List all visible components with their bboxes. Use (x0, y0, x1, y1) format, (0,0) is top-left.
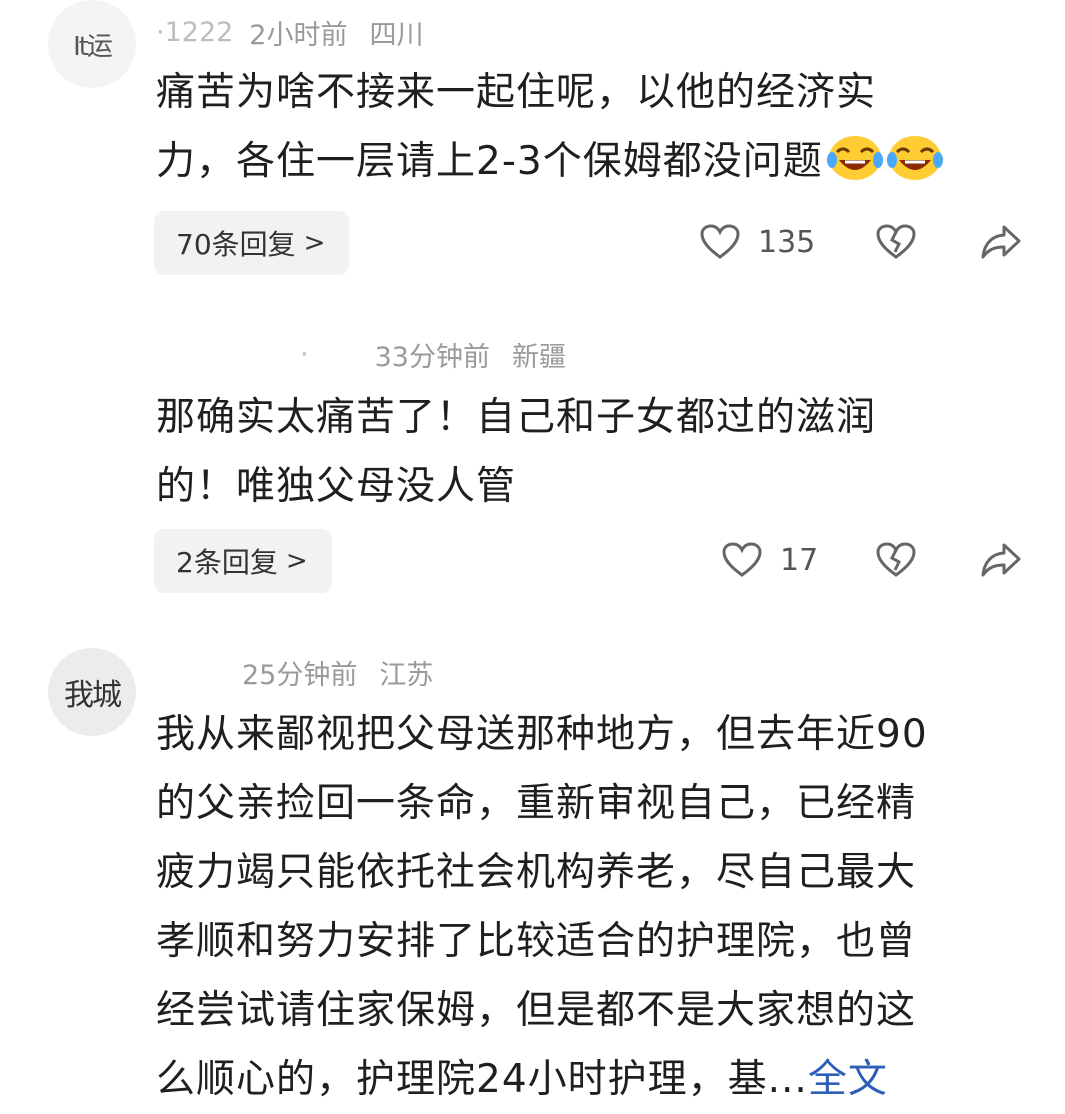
location: 新疆 (511, 341, 566, 373)
share-button[interactable] (980, 214, 1022, 270)
laughing-crying-emoji-icon (886, 136, 943, 180)
avatar-text: 我城 (64, 678, 122, 713)
comment-text: 痛苦为啥不接来一起住呢，以他的经济实 力，各住一层请上2-3个保姆都没问题 (156, 58, 1016, 196)
chevron-right-icon: > (285, 546, 308, 576)
replies-count-label: 70条回复 (176, 228, 296, 261)
expand-full-text-link[interactable]: 全文 (808, 1057, 888, 1102)
comment-line: 那确实太痛苦了！自己和子女都过的滋润 (156, 395, 877, 440)
share-button[interactable] (980, 532, 1022, 588)
comment-line: 的！唯独父母没人管 (156, 464, 517, 509)
username[interactable]: ·1222 (156, 17, 233, 48)
laughing-crying-emoji-icon (826, 136, 883, 180)
comment-text: 那确实太痛苦了！自己和子女都过的滋润 的！唯独父母没人管 (156, 383, 1016, 521)
share-arrow-icon (981, 225, 1021, 259)
view-replies-button[interactable]: 70条回复 > (154, 211, 350, 275)
avatar-text: It运 (73, 31, 113, 62)
location: 四川 (369, 19, 424, 51)
comment-meta: 25分钟前 江苏 (170, 654, 434, 691)
comment-line: 孝顺和努力安排了比较适合的护理院，也曾 (156, 919, 917, 964)
avatar[interactable]: It运 (48, 0, 136, 88)
comment-line: 力，各住一层请上2-3个保姆都没问题 (156, 127, 1016, 196)
broken-heart-icon (876, 224, 916, 259)
dislike-button[interactable] (876, 532, 916, 588)
comment-line: 我从来鄙视把父母送那种地方，但去年近90 (156, 712, 928, 757)
comment-line: 么顺心的，护理院24小时护理，基...全文 (156, 1045, 1036, 1114)
comment-text: 我从来鄙视把父母送那种地方，但去年近90 的父亲捡回一条命，重新审视自己，已经精… (156, 700, 1036, 1114)
comment-meta: · 33分钟前 新疆 (300, 336, 566, 373)
comment-line: 痛苦为啥不接来一起住呢，以他的经济实 (156, 70, 877, 115)
dislike-button[interactable] (876, 214, 916, 270)
timestamp: 2小时前 (249, 19, 348, 51)
like-count: 135 (758, 224, 816, 260)
timestamp: 25分钟前 (242, 659, 358, 691)
chevron-right-icon: > (303, 228, 326, 258)
comment-line: 疲力竭只能依托社会机构养老，尽自己最大 (156, 850, 917, 895)
like-count: 17 (780, 542, 819, 578)
share-arrow-icon (981, 543, 1021, 577)
heart-outline-icon (722, 542, 762, 577)
comment-meta: ·1222 2小时前 四川 (156, 14, 424, 51)
comment-line-text: 么顺心的，护理院24小时护理，基... (156, 1057, 808, 1102)
like-button[interactable]: 17 (722, 532, 818, 588)
location: 江苏 (379, 659, 434, 691)
timestamp: 33分钟前 (374, 341, 490, 373)
avatar[interactable]: 我城 (48, 648, 136, 736)
comment-line-text: 力，各住一层请上2-3个保姆都没问题 (156, 139, 823, 184)
username[interactable]: · (300, 339, 309, 370)
comment-line: 的父亲捡回一条命，重新审视自己，已经精 (156, 781, 917, 826)
comment-line: 经尝试请住家保姆，但是都不是大家想的这 (156, 988, 917, 1033)
view-replies-button[interactable]: 2条回复 > (154, 529, 332, 593)
like-button[interactable]: 135 (700, 214, 815, 270)
replies-count-label: 2条回复 (176, 546, 278, 579)
heart-outline-icon (700, 224, 740, 259)
broken-heart-icon (876, 542, 916, 577)
